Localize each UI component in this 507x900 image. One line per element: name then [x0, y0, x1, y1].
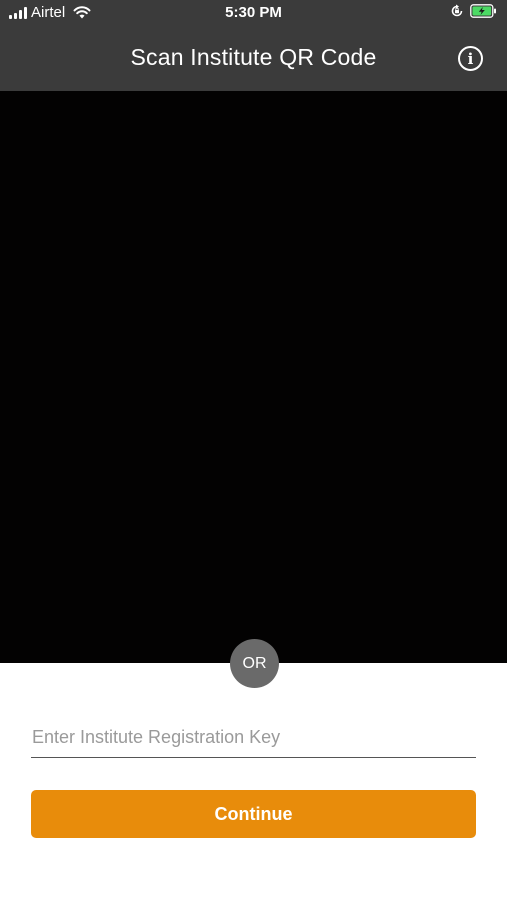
status-bar: Airtel 5:30 PM — [0, 0, 507, 26]
top-bar: Airtel 5:30 PM Scan Institute QR Code i — [0, 0, 507, 91]
info-icon[interactable]: i — [458, 46, 483, 71]
or-badge: OR — [230, 639, 279, 688]
status-time: 5:30 PM — [225, 4, 282, 21]
camera-viewfinder[interactable] — [0, 91, 507, 663]
battery-charging-icon — [470, 4, 496, 18]
continue-button[interactable]: Continue — [31, 790, 476, 838]
registration-key-input[interactable] — [31, 718, 476, 758]
page-title: Scan Institute QR Code — [130, 44, 377, 70]
orientation-lock-icon — [451, 4, 463, 17]
status-right — [450, 4, 497, 18]
